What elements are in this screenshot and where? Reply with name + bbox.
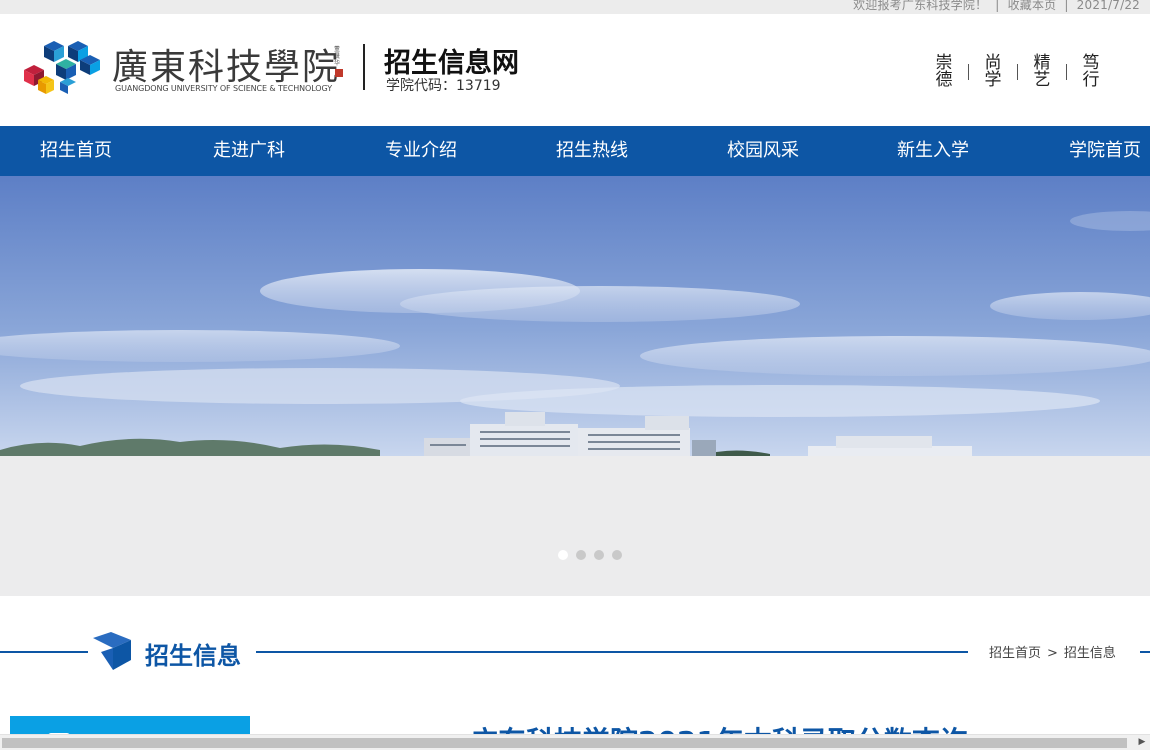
horizontal-scrollbar[interactable]: ▶ (0, 734, 1150, 750)
seal-stamp (335, 69, 343, 77)
date-text: 2021/7/22 (1076, 0, 1140, 12)
motto-item: 崇德 (935, 53, 953, 90)
school-name-en: GUANGDONG UNIVERSITY OF SCIENCE & TECHNO… (115, 84, 332, 93)
campus-banner-image[interactable] (0, 176, 1150, 456)
nav-item-college-home[interactable]: 学院首页 (1069, 126, 1141, 176)
cube-logo-icon[interactable] (22, 40, 102, 96)
banner-slider-controls (0, 456, 1150, 596)
page: 欢迎报考广东科技学院！ | 收藏本页 | 2021/7/22 廣東科技學院 GU… (0, 0, 1150, 750)
top-bar-links: 欢迎报考广东科技学院！ | 收藏本页 | 2021/7/22 (849, 0, 1140, 13)
section-title: 招生信息 (145, 642, 241, 670)
slider-dot-1[interactable] (558, 550, 568, 560)
section-rule (1140, 651, 1150, 653)
motto-item: 尚学 (984, 53, 1002, 90)
slider-dot-4[interactable] (612, 550, 622, 560)
school-name: 廣東科技學院 (112, 47, 341, 88)
nav-item-freshmen[interactable]: 新生入学 (897, 126, 969, 176)
breadcrumb-separator: > (1047, 646, 1058, 661)
school-code: 学院代码：13719 (386, 78, 501, 94)
motto: 崇德 尚学 精艺 笃行 (932, 52, 1103, 92)
slider-dot-3[interactable] (594, 550, 604, 560)
nav-item-hotline[interactable]: 招生热线 (556, 126, 628, 176)
calligraphy-signature: 董晟华 (334, 46, 341, 67)
header: 廣東科技學院 GUANGDONG UNIVERSITY OF SCIENCE &… (0, 14, 1150, 126)
breadcrumb: 招生首页 > 招生信息 (989, 642, 1116, 661)
motto-separator (1017, 64, 1018, 80)
nav-item-about[interactable]: 走进广科 (213, 126, 285, 176)
admissions-info-section: 招生信息 招生首页>招生信息 广东科技学院2021年本科录取分数查询 (0, 596, 1150, 750)
motto-item: 精艺 (1033, 53, 1051, 90)
nav-item-campus[interactable]: 校园风采 (727, 126, 799, 176)
top-bar: 欢迎报考广东科技学院！ | 收藏本页 | 2021/7/22 (0, 0, 1150, 14)
chevron-right-icon[interactable]: ▶ (1136, 736, 1148, 749)
motto-separator (968, 64, 969, 80)
slider-dots (558, 550, 630, 560)
section-rule (0, 651, 88, 653)
header-divider (363, 44, 365, 90)
breadcrumb-current: 招生信息 (1063, 646, 1116, 661)
nav-item-majors[interactable]: 专业介绍 (385, 126, 457, 176)
breadcrumb-home-link[interactable]: 招生首页 (989, 646, 1041, 661)
scrollbar-thumb[interactable] (2, 738, 1127, 748)
top-separator: | (995, 0, 1000, 12)
main-nav: 招生首页 走进广科 专业介绍 招生热线 校园风采 新生入学 学院首页 (0, 126, 1150, 176)
top-separator: | (1064, 0, 1069, 12)
bookmark-link[interactable]: 收藏本页 (1008, 0, 1057, 12)
welcome-text: 欢迎报考广东科技学院！ (853, 0, 988, 12)
slider-dot-2[interactable] (576, 550, 586, 560)
motto-item: 笃行 (1082, 53, 1100, 90)
nav-item-admissions-home[interactable]: 招生首页 (40, 126, 112, 176)
section-rule (256, 651, 968, 653)
cube-icon (93, 632, 131, 670)
motto-separator (1066, 64, 1067, 80)
